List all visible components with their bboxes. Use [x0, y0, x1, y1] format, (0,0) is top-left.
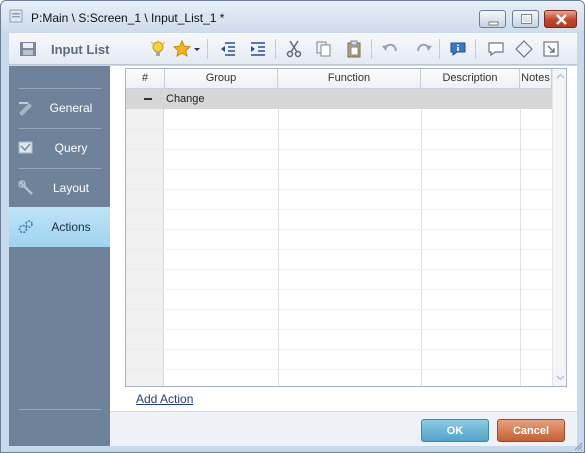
column-divider — [278, 109, 279, 386]
row-divider — [126, 189, 552, 190]
comment-icon[interactable] — [487, 40, 505, 58]
add-action-link[interactable]: Add Action — [136, 392, 193, 406]
row-divider — [126, 129, 552, 130]
toolbar-separator — [439, 39, 440, 59]
row-divider — [126, 309, 552, 310]
row-divider — [126, 249, 552, 250]
close-button[interactable] — [544, 10, 577, 28]
column-divider — [520, 109, 521, 386]
sidebar-item-label: Layout — [52, 181, 90, 195]
vertical-scrollbar[interactable] — [552, 69, 566, 386]
scroll-up-icon[interactable] — [556, 72, 565, 81]
row-number-column — [126, 109, 164, 386]
window-title: P:Main \ S:Screen_1 \ Input_List_1 * — [31, 11, 225, 25]
sidebar-item-label: General — [49, 101, 93, 115]
sidebar: General Query Layout Actions — [9, 66, 110, 446]
group-label: Change — [166, 93, 205, 105]
toolbar-separator — [475, 39, 476, 59]
row-divider — [126, 169, 552, 170]
maximize-button[interactable] — [512, 10, 539, 28]
redo-icon[interactable] — [415, 40, 433, 58]
info-comment-icon[interactable] — [449, 40, 467, 58]
row-divider — [126, 329, 552, 330]
group-row-change[interactable]: Change — [126, 89, 552, 109]
star-icon[interactable] — [173, 40, 191, 58]
input-list-window: P:Main \ S:Screen_1 \ Input_List_1 * Inp… — [0, 0, 585, 453]
column-header-description[interactable]: Description — [421, 69, 520, 89]
maximize-icon — [521, 14, 532, 24]
close-icon — [556, 14, 567, 25]
outdent-icon[interactable] — [219, 40, 237, 58]
row-divider — [126, 149, 552, 150]
toolbar-separator — [275, 39, 276, 59]
lightbulb-icon[interactable] — [149, 40, 167, 58]
collapse-group-icon[interactable] — [144, 98, 152, 100]
title-bar[interactable]: P:Main \ S:Screen_1 \ Input_List_1 * — [1, 1, 584, 32]
column-header-function[interactable]: Function — [278, 69, 421, 89]
dialog-footer: OK Cancel — [110, 411, 577, 446]
sidebar-item-query[interactable]: Query — [9, 128, 110, 168]
app-icon — [9, 9, 23, 23]
column-header-notes[interactable]: Notes — [520, 69, 552, 89]
sidebar-divider — [19, 409, 101, 410]
actions-panel: # Group Function Description Notes Chang… — [110, 66, 577, 411]
actions-grid: # Group Function Description Notes Chang… — [125, 68, 567, 387]
query-icon — [18, 141, 33, 154]
row-divider — [126, 289, 552, 290]
cancel-button[interactable]: Cancel — [497, 419, 565, 442]
copy-icon[interactable] — [315, 40, 333, 58]
toolbar-separator — [207, 39, 208, 59]
dropdown-arrow-icon[interactable] — [193, 40, 201, 58]
row-divider — [126, 229, 552, 230]
sidebar-item-general[interactable]: General — [9, 88, 110, 128]
export-icon[interactable] — [542, 40, 560, 58]
cut-icon[interactable] — [285, 40, 303, 58]
sidebar-item-actions[interactable]: Actions — [9, 207, 110, 247]
tag-icon[interactable] — [515, 40, 533, 58]
toolbar-separator — [371, 39, 372, 59]
sidebar-item-label: Actions — [51, 220, 91, 234]
column-header-number[interactable]: # — [126, 69, 165, 89]
indent-icon[interactable] — [249, 40, 267, 58]
undo-icon[interactable] — [381, 40, 399, 58]
column-divider — [421, 109, 422, 386]
toolbar: Input List — [9, 33, 577, 65]
general-icon — [19, 102, 32, 116]
paste-icon[interactable] — [345, 40, 363, 58]
save-icon[interactable] — [19, 40, 37, 58]
minimize-button[interactable] — [479, 10, 506, 28]
row-divider — [126, 209, 552, 210]
minimize-icon — [488, 21, 499, 26]
sidebar-item-layout[interactable]: Layout — [9, 168, 110, 208]
scroll-down-icon[interactable] — [556, 373, 565, 382]
layout-icon — [18, 180, 33, 195]
sidebar-item-label: Query — [54, 141, 88, 155]
row-divider — [126, 369, 552, 370]
ok-button[interactable]: OK — [421, 419, 489, 442]
toolbar-title: Input List — [51, 42, 110, 57]
column-header-group[interactable]: Group — [165, 69, 278, 89]
row-divider — [126, 349, 552, 350]
actions-gear-icon — [18, 220, 33, 234]
resize-grip-icon[interactable] — [573, 441, 583, 451]
row-divider — [126, 269, 552, 270]
